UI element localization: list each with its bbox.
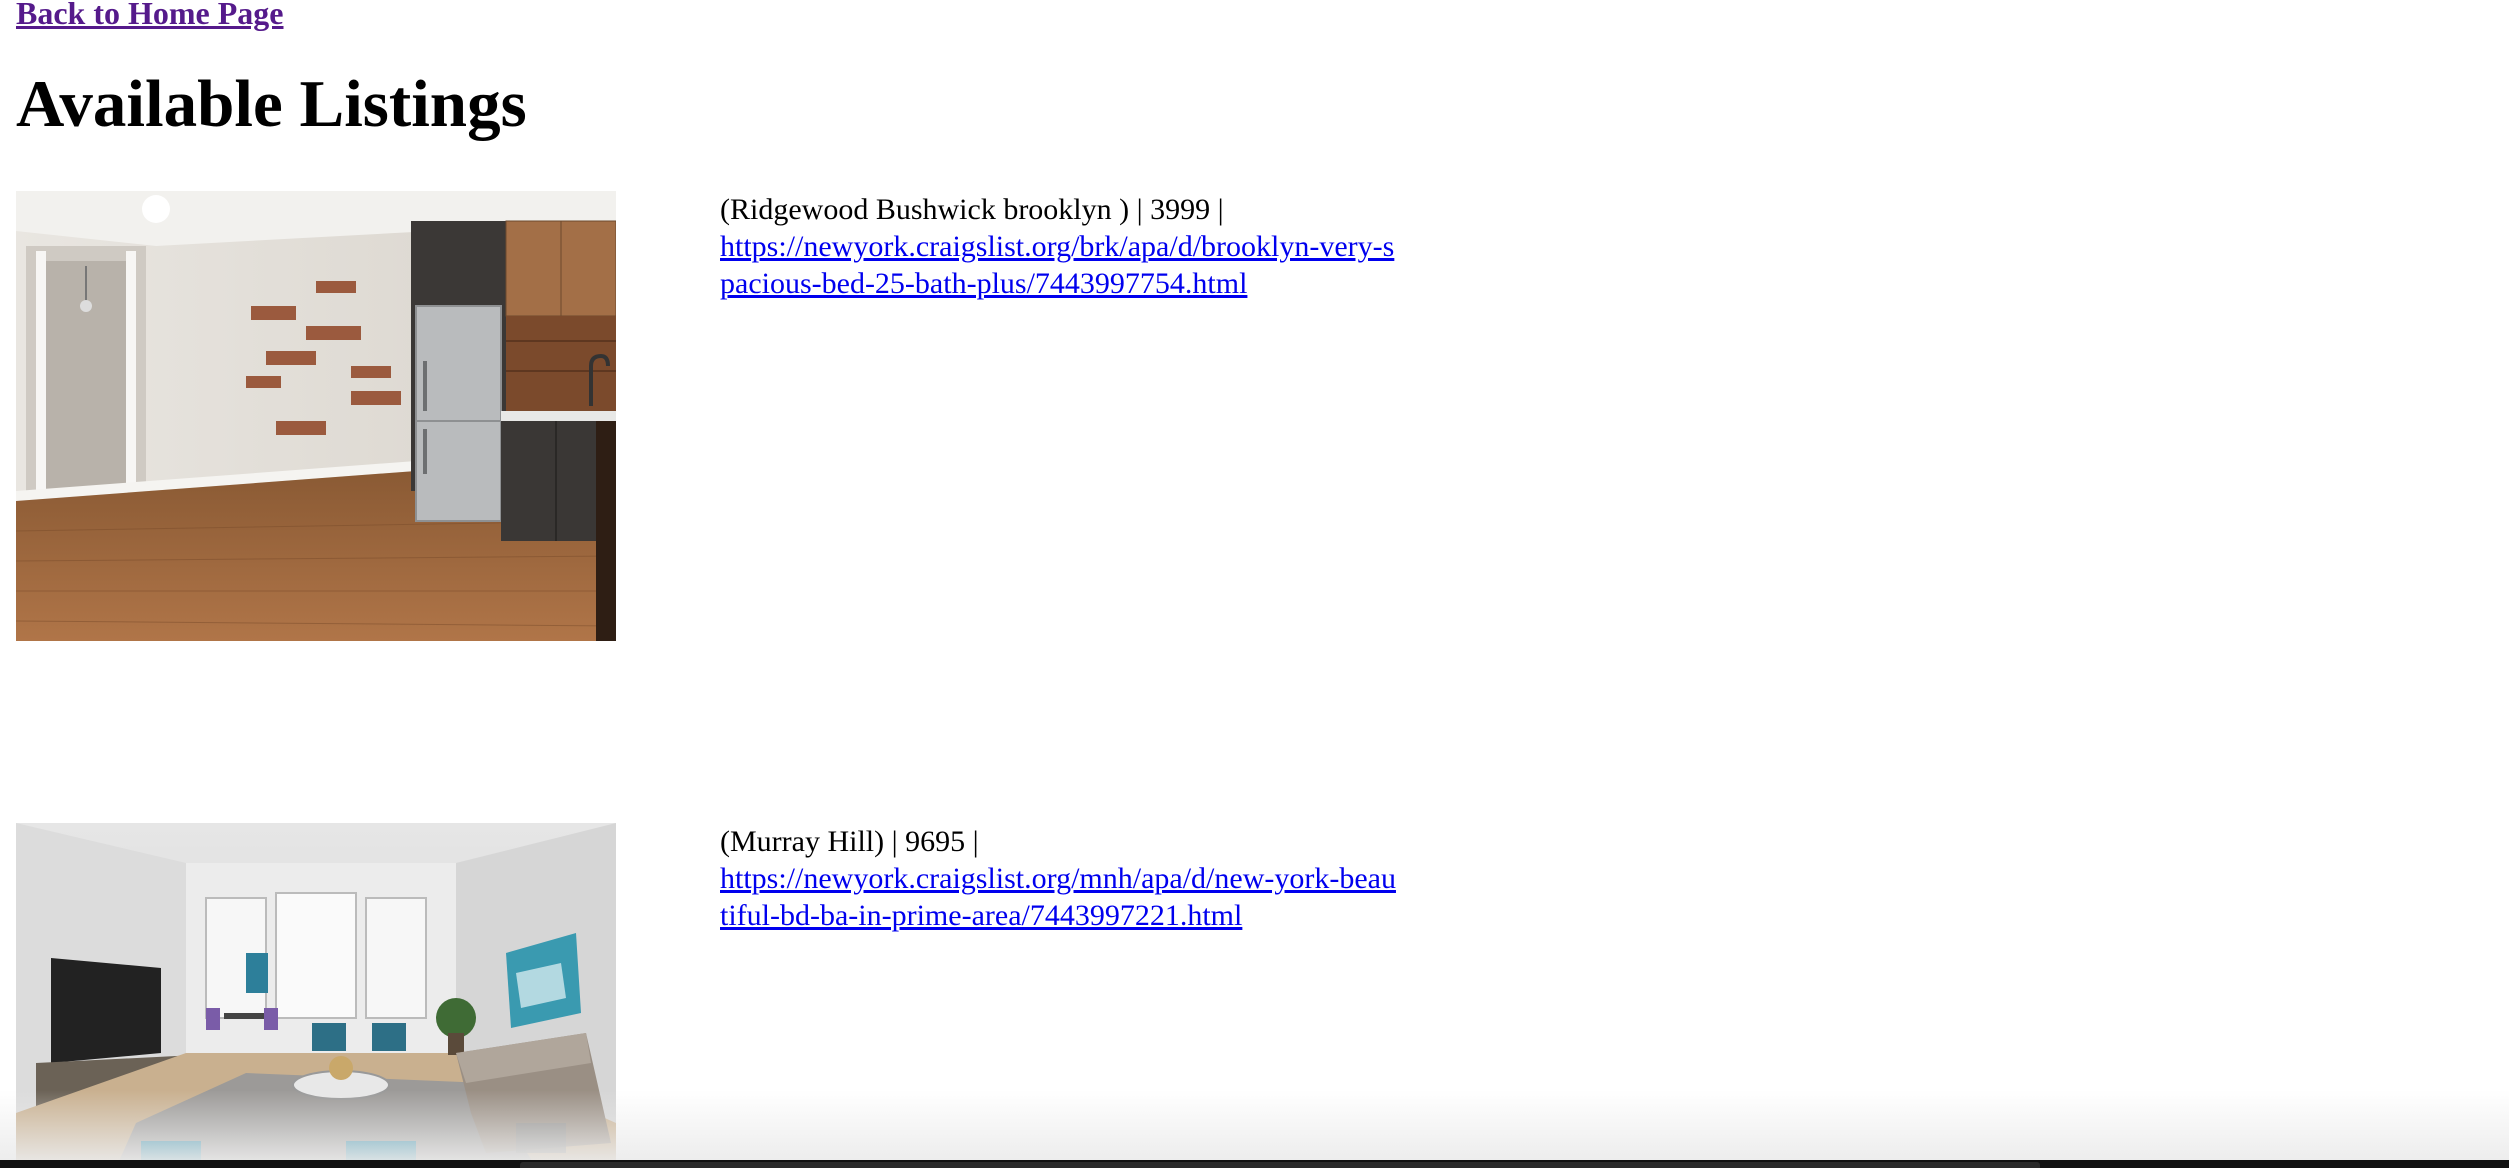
listing-summary: (Murray Hill) | 9695 |: [720, 825, 979, 858]
back-to-home-link[interactable]: Back to Home Page: [16, 0, 284, 32]
listing-info: (Murray Hill) | 9695 | https://newyork.c…: [720, 823, 1400, 934]
apartment-living-room-image: [16, 823, 616, 1168]
listing-photo-kitchen: [16, 191, 616, 641]
listing-link[interactable]: https://newyork.craigslist.org/mnh/apa/d…: [720, 862, 1396, 932]
listing-info: (Ridgewood Bushwick brooklyn ) | 3999 | …: [720, 191, 1400, 302]
page: Back to Home Page Available Listings (Ri…: [0, 0, 2509, 1168]
dock-handle: [520, 1162, 2040, 1168]
listing-summary: (Ridgewood Bushwick brooklyn ) | 3999 |: [720, 193, 1224, 226]
apartment-kitchen-image: [16, 191, 616, 641]
window-bottom-edge: [0, 1160, 2509, 1168]
listing-photo-living-room: [16, 823, 616, 1168]
listing-link[interactable]: https://newyork.craigslist.org/brk/apa/d…: [720, 230, 1394, 300]
page-title: Available Listings: [16, 67, 527, 141]
